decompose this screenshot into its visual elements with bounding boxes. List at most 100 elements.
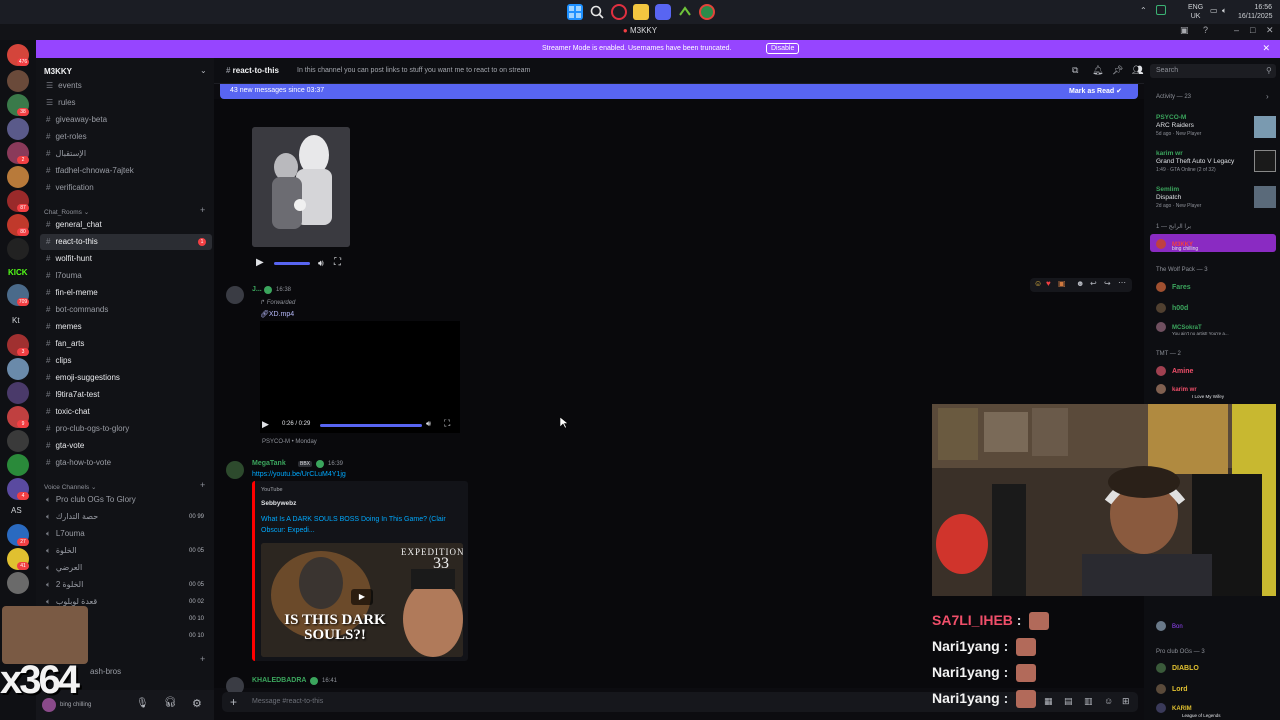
volume-icon[interactable]: 🔈︎ xyxy=(1222,6,1227,15)
voice-channel[interactable]: 🔈︎ Pro club OGs To Glory xyxy=(40,492,212,508)
voice-channel[interactable]: 🔈︎ العرضي xyxy=(40,560,212,576)
volume-icon[interactable]: 🔊︎ xyxy=(426,419,431,429)
embed-channel[interactable]: Sebbywebz xyxy=(261,500,296,507)
nvidia-icon[interactable] xyxy=(677,4,693,20)
maximize-icon[interactable]: □ xyxy=(1250,25,1255,35)
channel-item[interactable]: # gta-vote xyxy=(40,438,212,454)
message-author[interactable]: J... xyxy=(252,286,262,293)
member-item[interactable]: h00d xyxy=(1156,303,1188,313)
avatar[interactable] xyxy=(226,461,244,479)
channel-item[interactable]: # toxic-chat xyxy=(40,404,212,420)
member-item[interactable]: Fares xyxy=(1156,282,1191,292)
channel-item[interactable]: # wolfit-hunt xyxy=(40,251,212,267)
channel-item[interactable]: # get-roles xyxy=(40,129,212,145)
attachment-filename[interactable]: 🔗︎XD.mp4 xyxy=(260,310,294,318)
reply-icon[interactable]: ↩ xyxy=(1090,279,1097,288)
inbox-icon[interactable]: ▣ xyxy=(1180,25,1189,36)
threads-icon[interactable]: ⧉ xyxy=(1072,65,1078,76)
youtube-thumbnail[interactable]: EXPEDITION 33 IS THIS DARK SOULS?! ▶ xyxy=(261,543,463,657)
help-icon[interactable]: ? xyxy=(1203,25,1208,35)
activity-card[interactable]: karim wr Grand Theft Auto V Legacy 1:49 … xyxy=(1156,150,1234,174)
pin-icon[interactable]: 📌︎ xyxy=(1112,65,1123,76)
add-channel-icon[interactable]: + xyxy=(200,205,205,215)
sticker-icon[interactable]: ▥ xyxy=(1084,696,1093,707)
more-options-icon[interactable]: ⋯ xyxy=(1118,278,1126,287)
server-name[interactable]: M3KKY xyxy=(44,67,72,76)
channel-item[interactable]: # l7ouma xyxy=(40,268,212,284)
gif-icon[interactable]: ▤ xyxy=(1064,696,1073,707)
channel-item-active[interactable]: # react-to-this 1 xyxy=(40,234,212,250)
search-icon[interactable] xyxy=(589,4,605,20)
voice-channel[interactable]: 🔈︎ الخلوة 2 00 05 xyxy=(40,577,212,593)
settings-gear-icon[interactable]: ⚙ xyxy=(192,697,202,710)
member-list-icon[interactable]: 👥︎ xyxy=(1132,65,1143,76)
headphones-icon[interactable]: 🎧︎ xyxy=(164,697,177,708)
close-window-icon[interactable]: ✕ xyxy=(1266,25,1274,36)
category-voice-channels[interactable]: Voice Channels ⌄ xyxy=(44,483,96,491)
channel-item[interactable]: # bot-commands xyxy=(40,302,212,318)
play-video-icon[interactable]: ▶ xyxy=(351,589,373,605)
windows-start-icon[interactable] xyxy=(567,4,583,20)
voice-channel[interactable]: 🔈︎ الخلوة 00 05 xyxy=(40,543,212,559)
channel-item[interactable]: # general_chat xyxy=(40,217,212,233)
volume-icon[interactable]: 🔊︎ xyxy=(318,258,324,269)
video-player[interactable] xyxy=(260,321,460,433)
channel-item[interactable]: ☰ events xyxy=(40,78,212,94)
chevron-down-icon[interactable]: ⌄ xyxy=(200,66,207,75)
reaction-heart-icon[interactable]: ♥ xyxy=(1046,279,1051,288)
search-input[interactable]: Search xyxy=(1150,64,1276,78)
member-item[interactable]: Amine xyxy=(1156,366,1193,376)
reaction-emoji-icon[interactable]: ▣ xyxy=(1058,279,1066,288)
search-icon[interactable]: ⚲ xyxy=(1266,66,1272,75)
tray-app-icon[interactable] xyxy=(1156,5,1166,15)
server-icon[interactable] xyxy=(7,572,29,594)
member-item[interactable]: DIABLO xyxy=(1156,663,1199,673)
server-icon[interactable] xyxy=(7,454,29,476)
play-icon[interactable]: ▶ xyxy=(262,419,269,430)
activity-card[interactable]: PSYCO-M ARC Raiders 5d ago · New Player xyxy=(1156,114,1201,138)
minimize-icon[interactable]: – xyxy=(1234,25,1239,35)
server-icon[interactable] xyxy=(7,118,29,140)
server-icon[interactable] xyxy=(7,238,29,260)
forward-source[interactable]: PSYCO-M • Monday xyxy=(262,439,317,445)
disable-streamer-mode-button[interactable]: Disable xyxy=(766,43,800,54)
message-author[interactable]: MegaTank xyxy=(252,460,286,467)
close-icon[interactable]: ✕ xyxy=(1262,43,1270,54)
member-item[interactable]: karim wr xyxy=(1156,384,1197,394)
member-item[interactable]: Lord xyxy=(1156,684,1188,694)
microphone-icon[interactable]: 🎙︎ xyxy=(136,698,149,709)
notification-bell-icon[interactable]: 🔔︎ xyxy=(1092,65,1103,76)
clock[interactable]: 16:56 16/11/2025 xyxy=(1238,3,1273,21)
discord-icon[interactable] xyxy=(655,4,671,20)
chrome-icon[interactable] xyxy=(699,4,715,20)
forward-icon[interactable]: ↪ xyxy=(1104,279,1111,288)
tray-chevron-icon[interactable]: ⌃ xyxy=(1140,6,1147,15)
chevron-right-icon[interactable]: › xyxy=(1266,92,1269,101)
network-icon[interactable]: ▭ xyxy=(1210,6,1218,15)
channel-topic[interactable]: In this channel you can post links to st… xyxy=(297,67,530,74)
add-channel-icon[interactable]: + xyxy=(200,654,205,664)
mark-as-read-button[interactable]: Mark as Read ✔ xyxy=(1069,87,1122,95)
emoji-icon[interactable]: ☺ xyxy=(1104,696,1113,706)
activity-header[interactable]: Activity — 23 xyxy=(1156,94,1191,100)
opera-icon[interactable] xyxy=(611,4,627,20)
kick-logo[interactable]: KICK xyxy=(8,268,28,277)
add-attachment-icon[interactable]: + xyxy=(230,695,237,709)
gift-icon[interactable]: ▦ xyxy=(1044,696,1053,707)
server-icon[interactable] xyxy=(7,166,29,188)
new-messages-bar[interactable]: 43 new messages since 03:37 Mark as Read… xyxy=(220,84,1138,99)
file-explorer-icon[interactable] xyxy=(633,4,649,20)
channel-item[interactable]: # memes xyxy=(40,319,212,335)
channel-item[interactable]: # giveaway-beta xyxy=(40,112,212,128)
channel-item[interactable]: # emoji-suggestions xyxy=(40,370,212,386)
channel-item[interactable]: # clips xyxy=(40,353,212,369)
message-input[interactable]: Message #react-to-this xyxy=(252,698,323,705)
video-progress-bar[interactable] xyxy=(274,262,310,265)
activity-card[interactable]: Semlim Dispatch 2d ago · New Player xyxy=(1156,186,1201,210)
voice-channel[interactable]: 🔈︎ L7ouma xyxy=(40,526,212,542)
channel-item[interactable]: # fin-el-meme xyxy=(40,285,212,301)
member-item[interactable]: Bon xyxy=(1156,621,1183,631)
channel-item[interactable]: # tfadhel-chnowa-7ajtek xyxy=(40,163,212,179)
server-label[interactable]: Kt xyxy=(12,316,20,325)
server-label[interactable]: AS xyxy=(11,506,22,515)
